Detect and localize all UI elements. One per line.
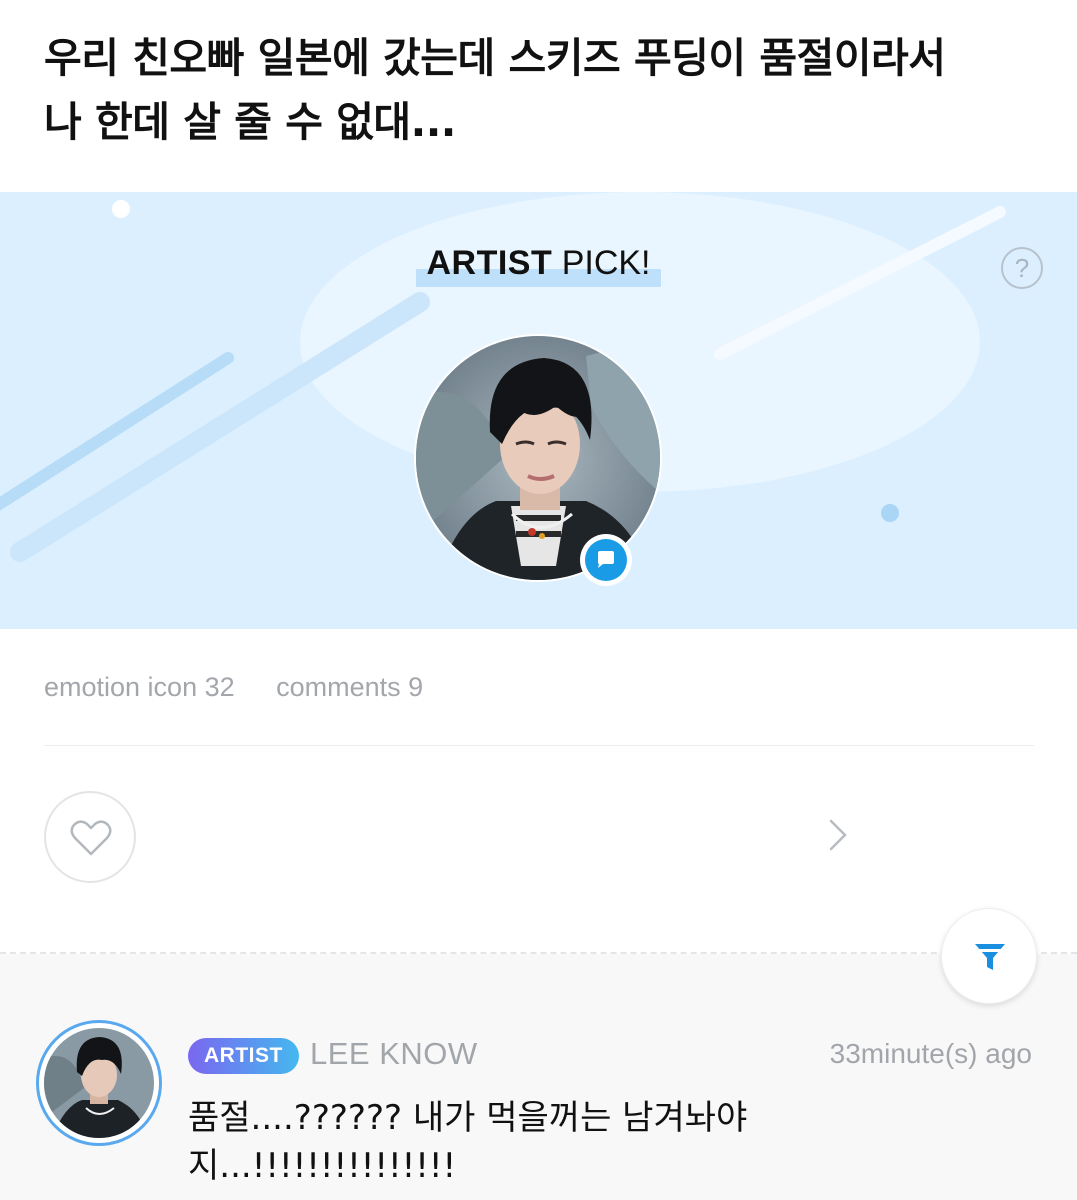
artist-pick-banner: ARTIST PICK! ? [0, 192, 1077, 629]
divider [44, 745, 1034, 746]
comment-text-line-1: 품절....?????? 내가 먹을꺼는 남겨놔야 [188, 1098, 748, 1138]
filter-icon [975, 944, 1005, 970]
post-title: 우리 친오빠 일본에 갔는데 스키즈 푸딩이 품절이라서 나 한데 살 줄 수 … [44, 26, 1044, 154]
artist-pick-title-bold: ARTIST [426, 244, 553, 282]
comment-author-name[interactable]: LEE KNOW [310, 1036, 478, 1072]
comment-timestamp: 33minute(s) ago [829, 1038, 1032, 1069]
post-title-line-1: 우리 친오빠 일본에 갔는데 스키즈 푸딩이 품절이라서 [44, 34, 946, 82]
post-stats: emotion icon 32 comments 9 [44, 672, 457, 703]
question-icon[interactable]: ? [1001, 247, 1043, 289]
emotion-count[interactable]: emotion icon 32 [44, 672, 235, 702]
comment-text: 품절....?????? 내가 먹을꺼는 남겨놔야 지...!!!!!!!!!!… [188, 1094, 908, 1190]
comment-count[interactable]: comments 9 [276, 672, 423, 702]
filter-button[interactable] [941, 908, 1037, 1004]
comment-text-line-2: 지...!!!!!!!!!!!!!!! [188, 1146, 457, 1186]
post-title-line-2: 나 한데 살 줄 수 없대... [44, 98, 456, 146]
chevron-right-icon[interactable] [826, 818, 850, 852]
artist-badge: ARTIST [188, 1038, 299, 1074]
comment-author-avatar[interactable] [36, 1020, 162, 1146]
artist-pick-title: ARTIST PICK! [0, 244, 1077, 287]
artist-pick-title-regular: PICK! [561, 244, 651, 282]
like-button[interactable] [44, 791, 136, 883]
heart-icon [70, 820, 112, 856]
chat-bubble-icon [580, 534, 632, 586]
